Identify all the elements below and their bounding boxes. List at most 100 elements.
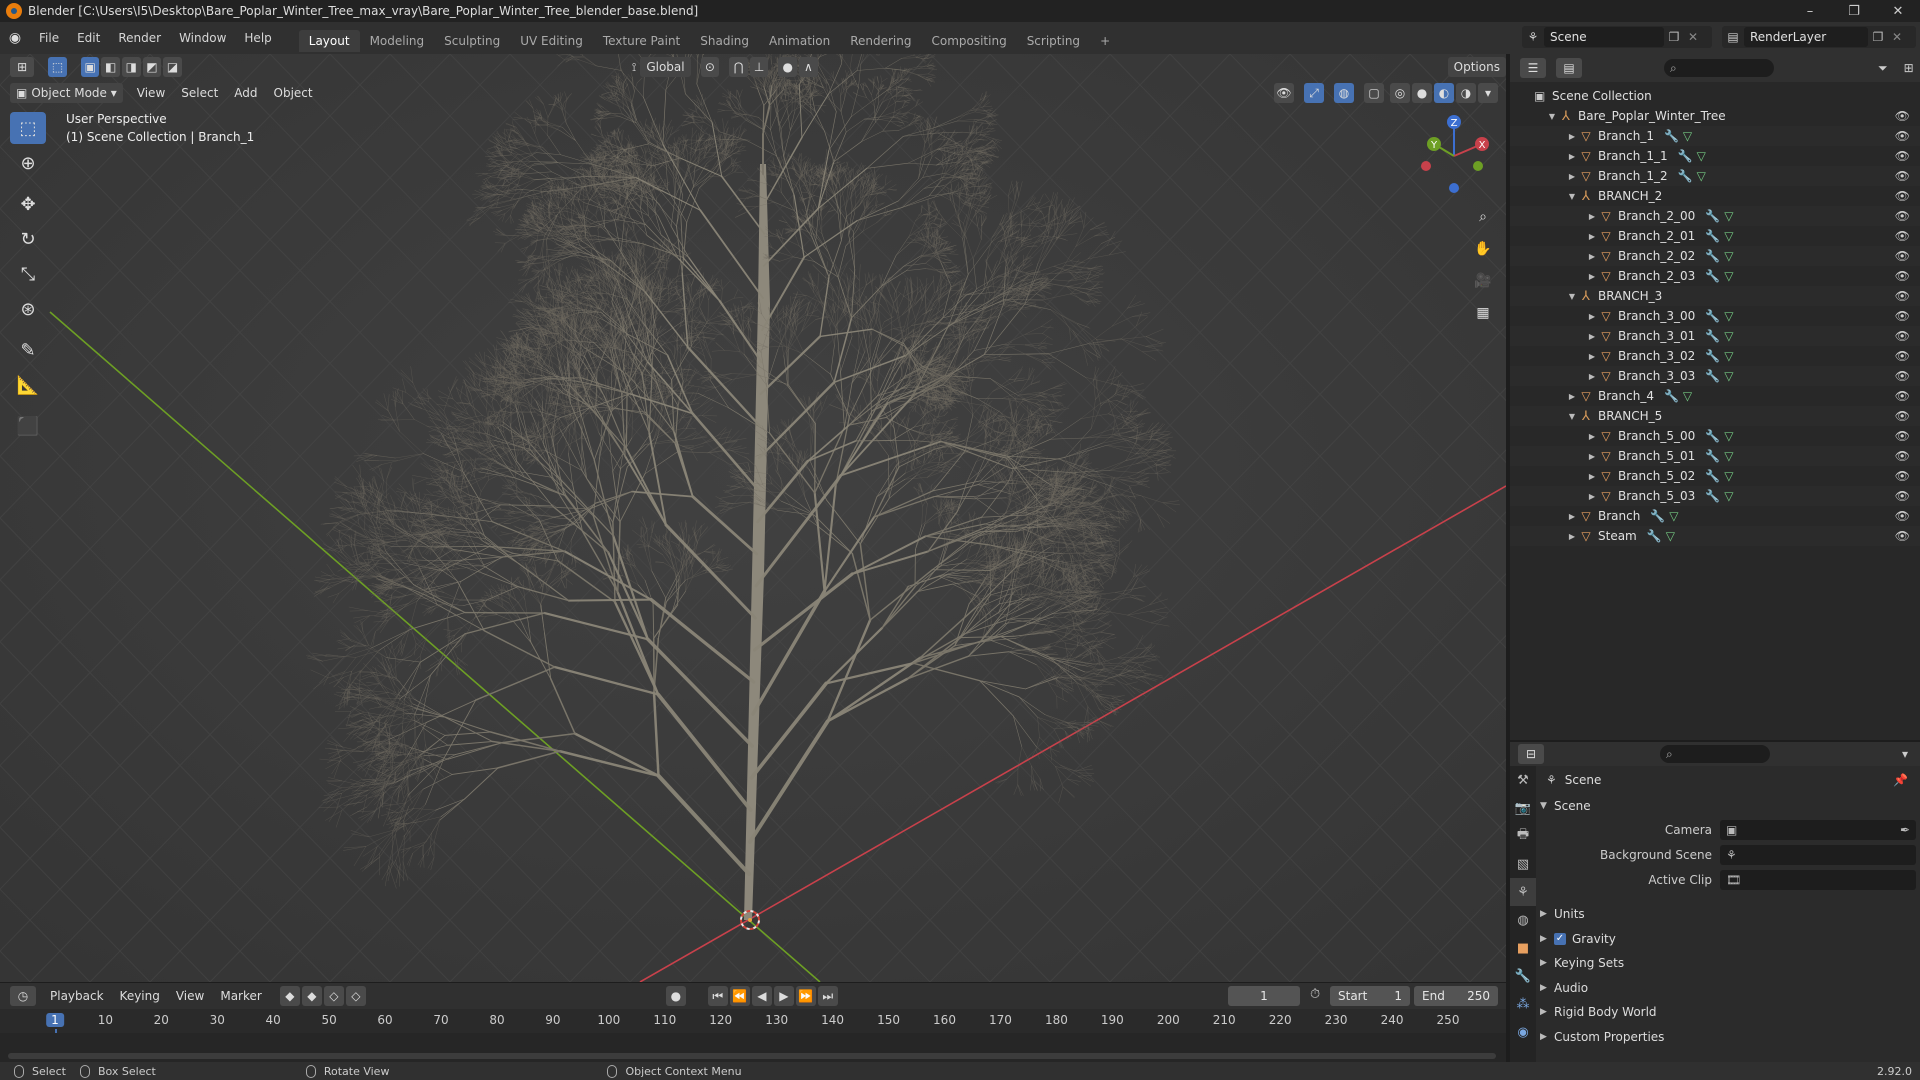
section-units[interactable]: ▶ Units xyxy=(1540,902,1916,926)
timeline-menu-view[interactable]: View xyxy=(168,986,212,1006)
mesh-data-icon[interactable]: ▽ xyxy=(1724,489,1733,503)
scene-tab-icon[interactable]: ⚘ xyxy=(1510,878,1536,906)
modifier-icon[interactable]: 🔧 xyxy=(1705,269,1720,283)
outliner-item[interactable]: ▶ ▽ Steam 🔧 ▽ 👁 xyxy=(1510,526,1920,546)
rotate-tool-icon[interactable]: ↻ xyxy=(10,223,46,255)
scene-panel-header[interactable]: ▼ Scene xyxy=(1540,794,1916,818)
outliner-item[interactable]: ▼ ⅄ BRANCH_5 👁 xyxy=(1510,406,1920,426)
select-mode-intersect-icon[interactable]: ◪ xyxy=(163,57,182,77)
visibility-eye-icon[interactable]: 👁 xyxy=(1895,269,1910,283)
maximize-button[interactable]: ❐ xyxy=(1832,0,1876,22)
visibility-eye-icon[interactable]: 👁 xyxy=(1895,189,1910,203)
visibility-eye-icon[interactable]: 👁 xyxy=(1895,169,1910,183)
expand-icon[interactable]: ▶ xyxy=(1586,492,1598,501)
3d-viewport[interactable]: ⊞ ⬚ ▣ ◧ ◨ ◩ ◪ ⟟ Global ⊙ ⋂ ⊥ ● ∧ Options… xyxy=(0,54,1506,982)
scale-tool-icon[interactable]: ⤡ xyxy=(10,258,46,290)
tab-scripting[interactable]: Scripting xyxy=(1017,30,1090,52)
expand-icon[interactable]: ▶ xyxy=(1566,512,1578,521)
keyframe-delete-icon[interactable]: ◇ xyxy=(345,986,366,1006)
mesh-data-icon[interactable]: ▽ xyxy=(1724,269,1733,283)
modifier-icon[interactable]: 🔧 xyxy=(1705,209,1720,223)
visibility-eye-icon[interactable]: 👁 xyxy=(1895,289,1910,303)
camera-field[interactable]: ▣ ✒ xyxy=(1720,820,1916,840)
falloff-icon[interactable]: ∧ xyxy=(799,57,818,77)
new-collection-icon[interactable]: ⊞ xyxy=(1904,61,1914,75)
mesh-data-icon[interactable]: ▽ xyxy=(1666,529,1675,543)
tab-rendering[interactable]: Rendering xyxy=(840,30,921,52)
visibility-eye-icon[interactable]: 👁 xyxy=(1895,509,1910,523)
add-cube-tool-icon[interactable]: ⬛ xyxy=(10,410,46,442)
preview-range-icon[interactable]: ⏱ xyxy=(1310,987,1320,1002)
viewport-menu-add[interactable]: Add xyxy=(226,83,265,103)
mesh-data-icon[interactable]: ▽ xyxy=(1724,469,1733,483)
mesh-data-icon[interactable]: ▽ xyxy=(1697,169,1706,183)
orthographic-toggle-icon[interactable]: ▦ xyxy=(1470,300,1496,326)
new-scene-icon[interactable]: ❐ xyxy=(1664,30,1684,44)
close-button[interactable]: ✕ xyxy=(1876,0,1920,22)
tab-animation[interactable]: Animation xyxy=(759,30,840,52)
modifier-icon[interactable]: 🔧 xyxy=(1647,529,1662,543)
outliner-item[interactable]: ▼ ⅄ BRANCH_3 👁 xyxy=(1510,286,1920,306)
rendered-shading-icon[interactable]: ◑ xyxy=(1456,83,1476,103)
camera-view-icon[interactable]: 🎥 xyxy=(1470,268,1496,294)
output-tab-icon[interactable]: 🖶 xyxy=(1510,822,1536,850)
select-mode-subtract-icon[interactable]: ◨ xyxy=(122,57,141,77)
world-tab-icon[interactable]: ◍ xyxy=(1510,906,1536,934)
expand-icon[interactable]: ▶ xyxy=(1566,152,1578,161)
outliner-item[interactable]: ▶ ▽ Branch_1 🔧 ▽ 👁 xyxy=(1510,126,1920,146)
expand-icon[interactable]: ▶ xyxy=(1566,392,1578,401)
outliner-item[interactable]: ▶ ▽ Branch_4 🔧 ▽ 👁 xyxy=(1510,386,1920,406)
viewport-menu-view[interactable]: View xyxy=(129,83,173,103)
viewport-scene[interactable] xyxy=(0,54,1506,982)
visibility-eye-icon[interactable]: 👁 xyxy=(1895,449,1910,463)
jump-end-icon[interactable]: ⏭ xyxy=(817,986,838,1006)
expand-icon[interactable]: ▶ xyxy=(1586,452,1598,461)
properties-editor-type-icon[interactable]: ⊟ xyxy=(1518,744,1544,764)
mesh-data-icon[interactable]: ▽ xyxy=(1697,149,1706,163)
add-workspace-button[interactable]: + xyxy=(1090,30,1120,52)
expand-icon[interactable]: ▶ xyxy=(1586,272,1598,281)
modifier-icon[interactable]: 🔧 xyxy=(1705,249,1720,263)
active-clip-field[interactable]: 🎞 xyxy=(1720,870,1916,890)
gravity-checkbox[interactable]: ✓ xyxy=(1554,932,1566,945)
tab-texture-paint[interactable]: Texture Paint xyxy=(593,30,690,52)
mesh-data-icon[interactable]: ▽ xyxy=(1724,369,1733,383)
properties-options-icon[interactable]: ▾ xyxy=(1902,747,1908,761)
mesh-data-icon[interactable]: ▽ xyxy=(1724,249,1733,263)
play-icon[interactable]: ▶ xyxy=(773,986,794,1006)
snap-icon[interactable]: ⋂ xyxy=(729,57,748,77)
viewport-menu-object[interactable]: Object xyxy=(266,83,321,103)
modifier-icon[interactable]: 🔧 xyxy=(1705,309,1720,323)
keyframe-insert-icon[interactable]: ◇ xyxy=(323,986,344,1006)
outliner-item[interactable]: ▼ ⅄ BRANCH_2 👁 xyxy=(1510,186,1920,206)
tab-layout[interactable]: Layout xyxy=(298,30,360,52)
modifier-icon[interactable]: 🔧 xyxy=(1664,129,1679,143)
mesh-data-icon[interactable]: ▽ xyxy=(1724,349,1733,363)
tab-sculpting[interactable]: Sculpting xyxy=(434,30,510,52)
visibility-eye-icon[interactable]: 👁 xyxy=(1895,529,1910,543)
expand-icon[interactable]: ▶ xyxy=(1586,252,1598,261)
display-mode-icon[interactable]: ▤ xyxy=(1556,58,1582,78)
editor-type-icon[interactable]: ⊞ xyxy=(10,57,35,77)
outliner-item[interactable]: ▶ ▽ Branch_1_2 🔧 ▽ 👁 xyxy=(1510,166,1920,186)
view-layer-name[interactable]: RenderLayer xyxy=(1744,27,1868,47)
visibility-eye-icon[interactable]: 👁 xyxy=(1895,469,1910,483)
collapse-icon[interactable]: ▼ xyxy=(1566,192,1578,201)
outliner-item[interactable]: ▼ ⅄ Bare_Poplar_Winter_Tree 👁 xyxy=(1510,106,1920,126)
outliner-item[interactable]: ▶ ▽ Branch 🔧 ▽ 👁 xyxy=(1510,506,1920,526)
mesh-data-icon[interactable]: ▽ xyxy=(1724,229,1733,243)
view-layer-selector[interactable]: ▤ RenderLayer ❐ ✕ xyxy=(1722,26,1916,48)
outliner-item[interactable]: ▶ ▽ Branch_2_01 🔧 ▽ 👁 xyxy=(1510,226,1920,246)
modifier-icon[interactable]: 🔧 xyxy=(1664,389,1679,403)
select-mode-invert-icon[interactable]: ◩ xyxy=(142,57,162,77)
mesh-data-icon[interactable]: ▽ xyxy=(1683,129,1692,143)
modifier-icon[interactable]: 🔧 xyxy=(1650,509,1665,523)
visibility-eye-icon[interactable]: 👁 xyxy=(1895,249,1910,263)
start-frame-field[interactable]: Start 1 xyxy=(1330,986,1410,1006)
outliner-item[interactable]: ▶ ▽ Branch_5_01 🔧 ▽ 👁 xyxy=(1510,446,1920,466)
options-dropdown[interactable]: Options xyxy=(1447,57,1506,77)
scene-name[interactable]: Scene xyxy=(1544,27,1664,47)
modifier-icon[interactable]: 🔧 xyxy=(1705,329,1720,343)
timeline-menu-playback[interactable]: Playback xyxy=(42,986,112,1006)
modifier-icon[interactable]: 🔧 xyxy=(1705,369,1720,383)
